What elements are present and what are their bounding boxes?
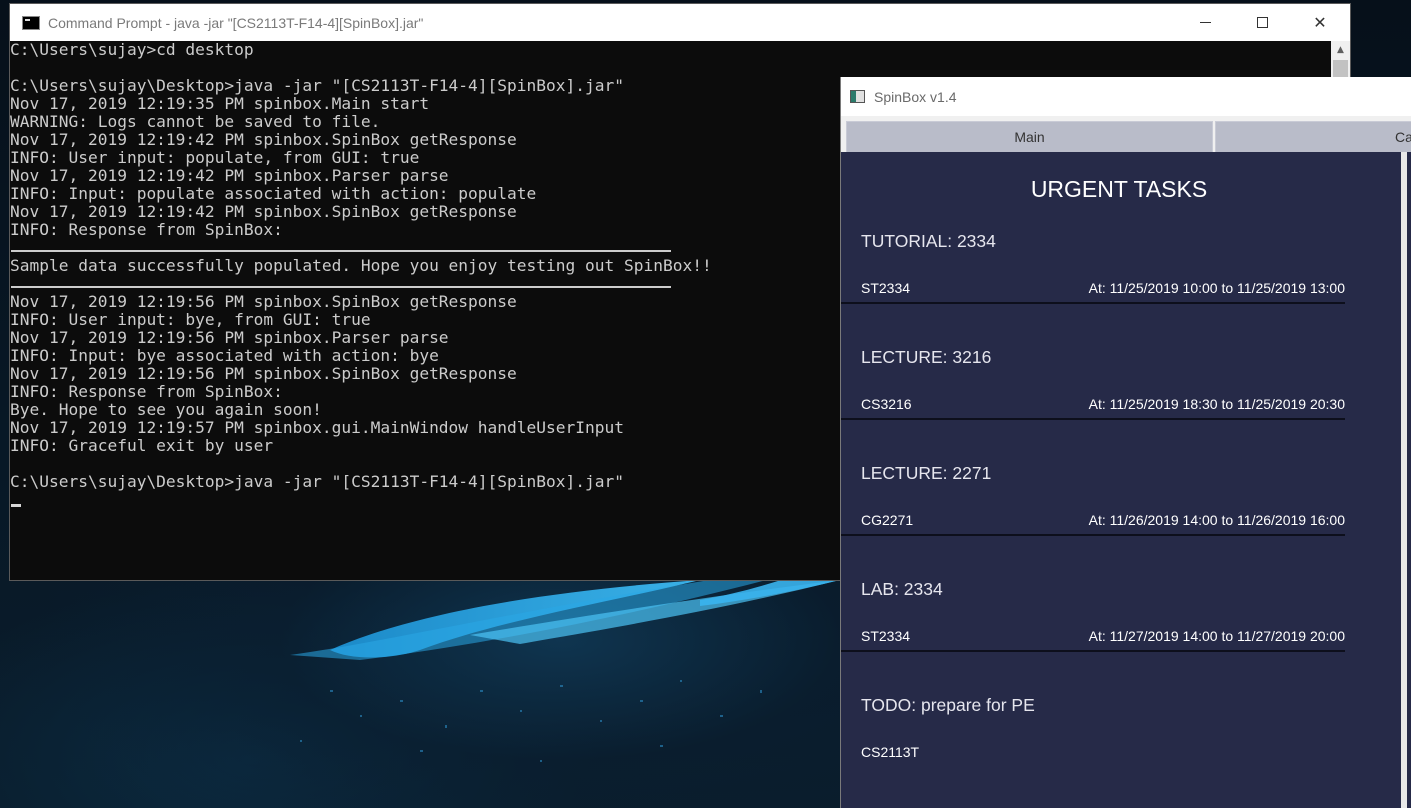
task-time-range: At: 11/26/2019 14:00 to 11/26/2019 16:00 [1088,512,1345,528]
tab-calendar[interactable]: Calen [1215,121,1411,152]
scrollbar-track[interactable] [1401,152,1407,808]
spinbox-window[interactable]: SpinBox v1.4 Main Calen URGENT TASKS TUT… [840,77,1411,808]
task-time-range: At: 11/25/2019 10:00 to 11/25/2019 13:00 [1088,280,1345,296]
urgent-tasks-panel: URGENT TASKS TUTORIAL: 2334 ST2334 At: 11/… [841,152,1397,808]
terminal-line: Nov 17, 2019 12:19:56 PM spinbox.SpinBox… [10,364,517,383]
response-divider-line [11,250,671,252]
terminal-line [10,275,712,293]
task-title: TUTORIAL: 2334 [861,231,996,251]
tab-main[interactable]: Main [846,121,1213,152]
minimize-button[interactable] [1176,4,1234,41]
scroll-up-arrow-icon[interactable]: ▲ [1331,41,1350,58]
minimize-icon [1199,22,1211,23]
task-divider [841,302,1345,304]
task-module-code: CS2113T [861,744,920,760]
terminal-lines: C:\Users\sujay>cd desktop C:\Users\sujay\… [10,41,712,491]
terminal-line: Nov 17, 2019 12:19:56 PM spinbox.Parser … [10,328,449,347]
urgent-tasks-heading: URGENT TASKS [1030,176,1208,202]
task-title: LECTURE: 3216 [861,347,992,367]
task-module-code: ST2334 [861,280,911,296]
spinbox-window-title: SpinBox v1.4 [874,88,957,105]
task-module-code: ST2334 [861,628,911,644]
terminal-line: INFO: Input: populate associated with ac… [10,184,537,203]
spinbox-scrollbar[interactable] [1397,152,1411,808]
task-card[interactable]: LECTURE: 2271 CG2271 At: 11/26/2019 14:00 … [841,449,1397,565]
close-icon: ✕ [1313,13,1327,32]
terminal-line: Nov 17, 2019 12:19:42 PM spinbox.SpinBox… [10,130,517,149]
task-module-code: CS3216 [861,396,912,412]
terminal-line: INFO: Input: bye associated with action:… [10,346,439,365]
task-card[interactable]: LAB: 2334 ST2334 At: 11/27/2019 14:00 to 1… [841,565,1397,681]
task-title: LAB: 2334 [861,579,943,599]
terminal-cursor [11,504,21,507]
terminal-line: Nov 17, 2019 12:19:42 PM spinbox.Parser … [10,166,449,185]
tab-main-label: Main [1014,129,1045,145]
cmd-titlebar[interactable]: Command Prompt - java -jar "[CS2113T-F14… [10,4,1350,41]
task-divider [841,534,1345,536]
task-title: TODO: prepare for PE [861,695,1035,715]
task-time-range: At: 11/27/2019 14:00 to 11/27/2019 20:00 [1088,628,1345,644]
terminal-line: INFO: User input: bye, from GUI: true [10,310,371,329]
terminal-line: INFO: Graceful exit by user [10,436,274,455]
task-module-code: CG2271 [861,512,914,528]
spinbox-tab-bar: Main Calen [841,116,1411,152]
spinbox-app-icon [850,90,865,103]
terminal-line: C:\Users\sujay\Desktop>java -jar "[CS211… [10,472,624,491]
task-divider [841,650,1345,652]
terminal-line: C:\Users\sujay>cd desktop [10,41,254,59]
terminal-line: Nov 17, 2019 12:19:56 PM spinbox.SpinBox… [10,292,517,311]
terminal-line: Nov 17, 2019 12:19:35 PM spinbox.Main st… [10,94,430,113]
task-card[interactable]: LECTURE: 3216 CS3216 At: 11/25/2019 18:30 … [841,333,1397,449]
terminal-line: WARNING: Logs cannot be saved to file. [10,112,381,131]
cmd-window-title: Command Prompt - java -jar "[CS2113T-F14… [48,14,424,31]
task-card[interactable]: TODO: prepare for PE CS2113T [841,681,1397,797]
terminal-line: Nov 17, 2019 12:19:42 PM spinbox.SpinBox… [10,202,517,221]
terminal-line: Bye. Hope to see you again soon! [10,400,322,419]
spinbox-titlebar[interactable]: SpinBox v1.4 [841,77,1411,116]
terminal-icon [22,15,40,30]
task-time-range: At: 11/25/2019 18:30 to 11/25/2019 20:30 [1088,396,1345,412]
terminal-line: INFO: Response from SpinBox: [10,220,283,239]
terminal-line: INFO: Response from SpinBox: [10,382,283,401]
terminal-line: Nov 17, 2019 12:19:57 PM spinbox.gui.Mai… [10,418,624,437]
task-card[interactable]: TUTORIAL: 2334 ST2334 At: 11/25/2019 10:00… [841,217,1397,333]
maximize-icon [1256,17,1268,28]
terminal-line: Sample data successfully populated. Hope… [10,256,712,275]
terminal-line [10,239,712,257]
task-divider [841,418,1345,420]
close-button[interactable]: ✕ [1291,4,1349,41]
maximize-button[interactable] [1233,4,1291,41]
tab-calendar-label: Calen [1395,129,1411,145]
response-divider-line [11,286,671,288]
terminal-line: INFO: User input: populate, from GUI: tr… [10,148,420,167]
terminal-line: C:\Users\sujay\Desktop>java -jar "[CS211… [10,76,624,95]
task-title: LECTURE: 2271 [861,463,992,483]
